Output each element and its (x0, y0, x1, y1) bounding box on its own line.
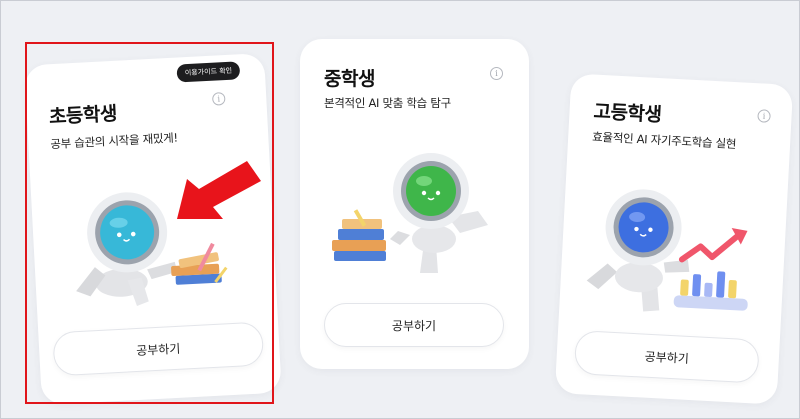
robot-with-chart-illustration (586, 189, 748, 312)
high-school-card[interactable]: 고등학생 i 효율적인 AI 자기주도학습 실현 공부하기 (554, 73, 794, 405)
middle-school-description: 본격적인 AI 맞춤 학습 탐구 (324, 96, 451, 110)
course-selection-screen: 이용가이드 확인 초등학생 i 공부 습관의 시작을 재밌게! 공부하기 중학생… (0, 0, 800, 419)
middle-school-card[interactable]: 중학생 i 본격적인 AI 맞춤 학습 탐구 공부하기 (300, 39, 529, 369)
high-school-description: 효율적인 AI 자기주도학습 실현 (591, 129, 737, 152)
high-school-study-button[interactable]: 공부하기 (573, 330, 760, 384)
high-school-title: 고등학생 (592, 100, 662, 127)
elementary-title: 초등학생 (48, 102, 118, 129)
info-icon[interactable]: i (490, 67, 503, 80)
red-arrow-pointer (177, 161, 261, 219)
elementary-description: 공부 습관의 시작을 재밌게! (50, 130, 179, 152)
middle-school-title: 중학생 (324, 68, 375, 90)
middle-school-study-button[interactable]: 공부하기 (324, 303, 504, 347)
info-icon[interactable]: i (211, 92, 226, 106)
elementary-study-button[interactable]: 공부하기 (52, 321, 265, 377)
robot-with-books-illustration (332, 153, 488, 273)
usage-guide-tooltip[interactable]: 이용가이드 확인 (176, 61, 241, 83)
elementary-card[interactable]: 이용가이드 확인 초등학생 i 공부 습관의 시작을 재밌게! 공부하기 (24, 52, 282, 406)
info-icon[interactable]: i (757, 109, 771, 123)
